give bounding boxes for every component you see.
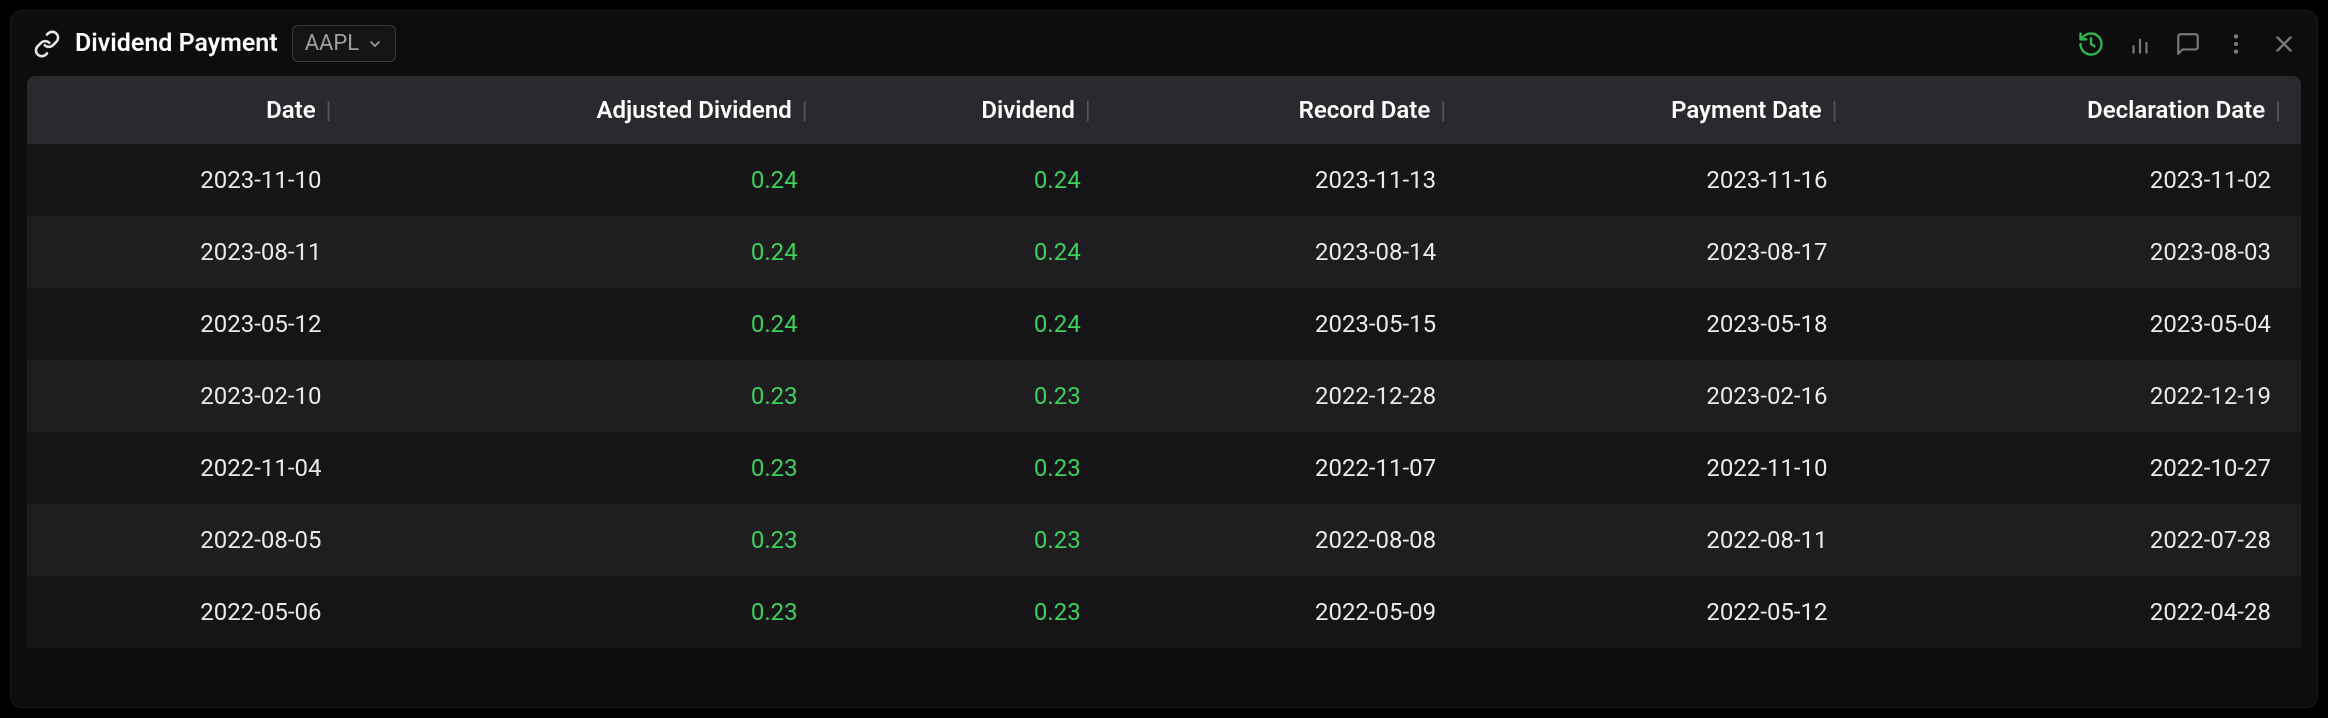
- cell-payment-date: 2023-11-16: [1466, 144, 1857, 216]
- cell-dividend: 0.23: [828, 576, 1111, 648]
- cell-record-date: 2023-08-14: [1111, 216, 1466, 288]
- cell-record-date: 2023-11-13: [1111, 144, 1466, 216]
- cell-record-date: 2022-05-09: [1111, 576, 1466, 648]
- ticker-value: AAPL: [305, 31, 359, 56]
- cell-adj-dividend: 0.24: [351, 216, 827, 288]
- cell-declaration-date: 2022-10-27: [1858, 432, 2301, 504]
- cell-dividend: 0.23: [828, 432, 1111, 504]
- cell-date: 2022-11-04: [27, 432, 351, 504]
- cell-declaration-date: 2023-05-04: [1858, 288, 2301, 360]
- comment-icon[interactable]: [2175, 31, 2201, 57]
- col-date[interactable]: Date|: [27, 76, 351, 144]
- link-icon: [33, 30, 61, 58]
- cell-declaration-date: 2022-04-28: [1858, 576, 2301, 648]
- cell-record-date: 2022-12-28: [1111, 360, 1466, 432]
- table-wrap: Date| Adjusted Dividend| Dividend| Recor…: [11, 76, 2317, 707]
- cell-declaration-date: 2022-12-19: [1858, 360, 2301, 432]
- cell-date: 2023-05-12: [27, 288, 351, 360]
- table-row[interactable]: 2022-11-040.230.232022-11-072022-11-1020…: [27, 432, 2301, 504]
- cell-record-date: 2022-08-08: [1111, 504, 1466, 576]
- table-body: 2023-11-100.240.242023-11-132023-11-1620…: [27, 144, 2301, 648]
- cell-dividend: 0.23: [828, 504, 1111, 576]
- col-declaration-date[interactable]: Declaration Date|: [1858, 76, 2301, 144]
- history-icon[interactable]: [2077, 30, 2105, 58]
- col-adj-dividend[interactable]: Adjusted Dividend|: [351, 76, 827, 144]
- table-row[interactable]: 2023-05-120.240.242023-05-152023-05-1820…: [27, 288, 2301, 360]
- cell-date: 2022-05-06: [27, 576, 351, 648]
- cell-date: 2023-11-10: [27, 144, 351, 216]
- cell-date: 2023-02-10: [27, 360, 351, 432]
- close-icon[interactable]: [2271, 31, 2297, 57]
- col-dividend[interactable]: Dividend|: [828, 76, 1111, 144]
- dividend-panel: Dividend Payment AAPL: [10, 10, 2318, 708]
- cell-declaration-date: 2022-07-28: [1858, 504, 2301, 576]
- ticker-select[interactable]: AAPL: [292, 25, 396, 62]
- table-row[interactable]: 2023-11-100.240.242023-11-132023-11-1620…: [27, 144, 2301, 216]
- table-row[interactable]: 2022-05-060.230.232022-05-092022-05-1220…: [27, 576, 2301, 648]
- dividend-table: Date| Adjusted Dividend| Dividend| Recor…: [27, 76, 2301, 648]
- table-row[interactable]: 2022-08-050.230.232022-08-082022-08-1120…: [27, 504, 2301, 576]
- header-actions: [2077, 30, 2297, 58]
- cell-declaration-date: 2023-11-02: [1858, 144, 2301, 216]
- cell-date: 2023-08-11: [27, 216, 351, 288]
- cell-payment-date: 2022-11-10: [1466, 432, 1857, 504]
- cell-payment-date: 2023-08-17: [1466, 216, 1857, 288]
- table-scroll[interactable]: Date| Adjusted Dividend| Dividend| Recor…: [27, 76, 2301, 691]
- bar-chart-icon[interactable]: [2127, 31, 2153, 57]
- cell-adj-dividend: 0.24: [351, 144, 827, 216]
- panel-title: Dividend Payment: [75, 29, 278, 58]
- cell-record-date: 2022-11-07: [1111, 432, 1466, 504]
- cell-record-date: 2023-05-15: [1111, 288, 1466, 360]
- cell-declaration-date: 2023-08-03: [1858, 216, 2301, 288]
- cell-payment-date: 2023-05-18: [1466, 288, 1857, 360]
- cell-dividend: 0.23: [828, 360, 1111, 432]
- cell-dividend: 0.24: [828, 216, 1111, 288]
- cell-payment-date: 2022-08-11: [1466, 504, 1857, 576]
- cell-dividend: 0.24: [828, 144, 1111, 216]
- cell-payment-date: 2022-05-12: [1466, 576, 1857, 648]
- table-row[interactable]: 2023-02-100.230.232022-12-282023-02-1620…: [27, 360, 2301, 432]
- chevron-down-icon: [367, 36, 383, 52]
- cell-adj-dividend: 0.23: [351, 576, 827, 648]
- col-payment-date[interactable]: Payment Date|: [1466, 76, 1857, 144]
- panel-header: Dividend Payment AAPL: [11, 11, 2317, 76]
- cell-adj-dividend: 0.23: [351, 504, 827, 576]
- more-icon[interactable]: [2223, 31, 2249, 57]
- col-record-date[interactable]: Record Date|: [1111, 76, 1466, 144]
- cell-date: 2022-08-05: [27, 504, 351, 576]
- cell-payment-date: 2023-02-16: [1466, 360, 1857, 432]
- cell-dividend: 0.24: [828, 288, 1111, 360]
- cell-adj-dividend: 0.23: [351, 360, 827, 432]
- table-header-row: Date| Adjusted Dividend| Dividend| Recor…: [27, 76, 2301, 144]
- table-row[interactable]: 2023-08-110.240.242023-08-142023-08-1720…: [27, 216, 2301, 288]
- cell-adj-dividend: 0.23: [351, 432, 827, 504]
- cell-adj-dividend: 0.24: [351, 288, 827, 360]
